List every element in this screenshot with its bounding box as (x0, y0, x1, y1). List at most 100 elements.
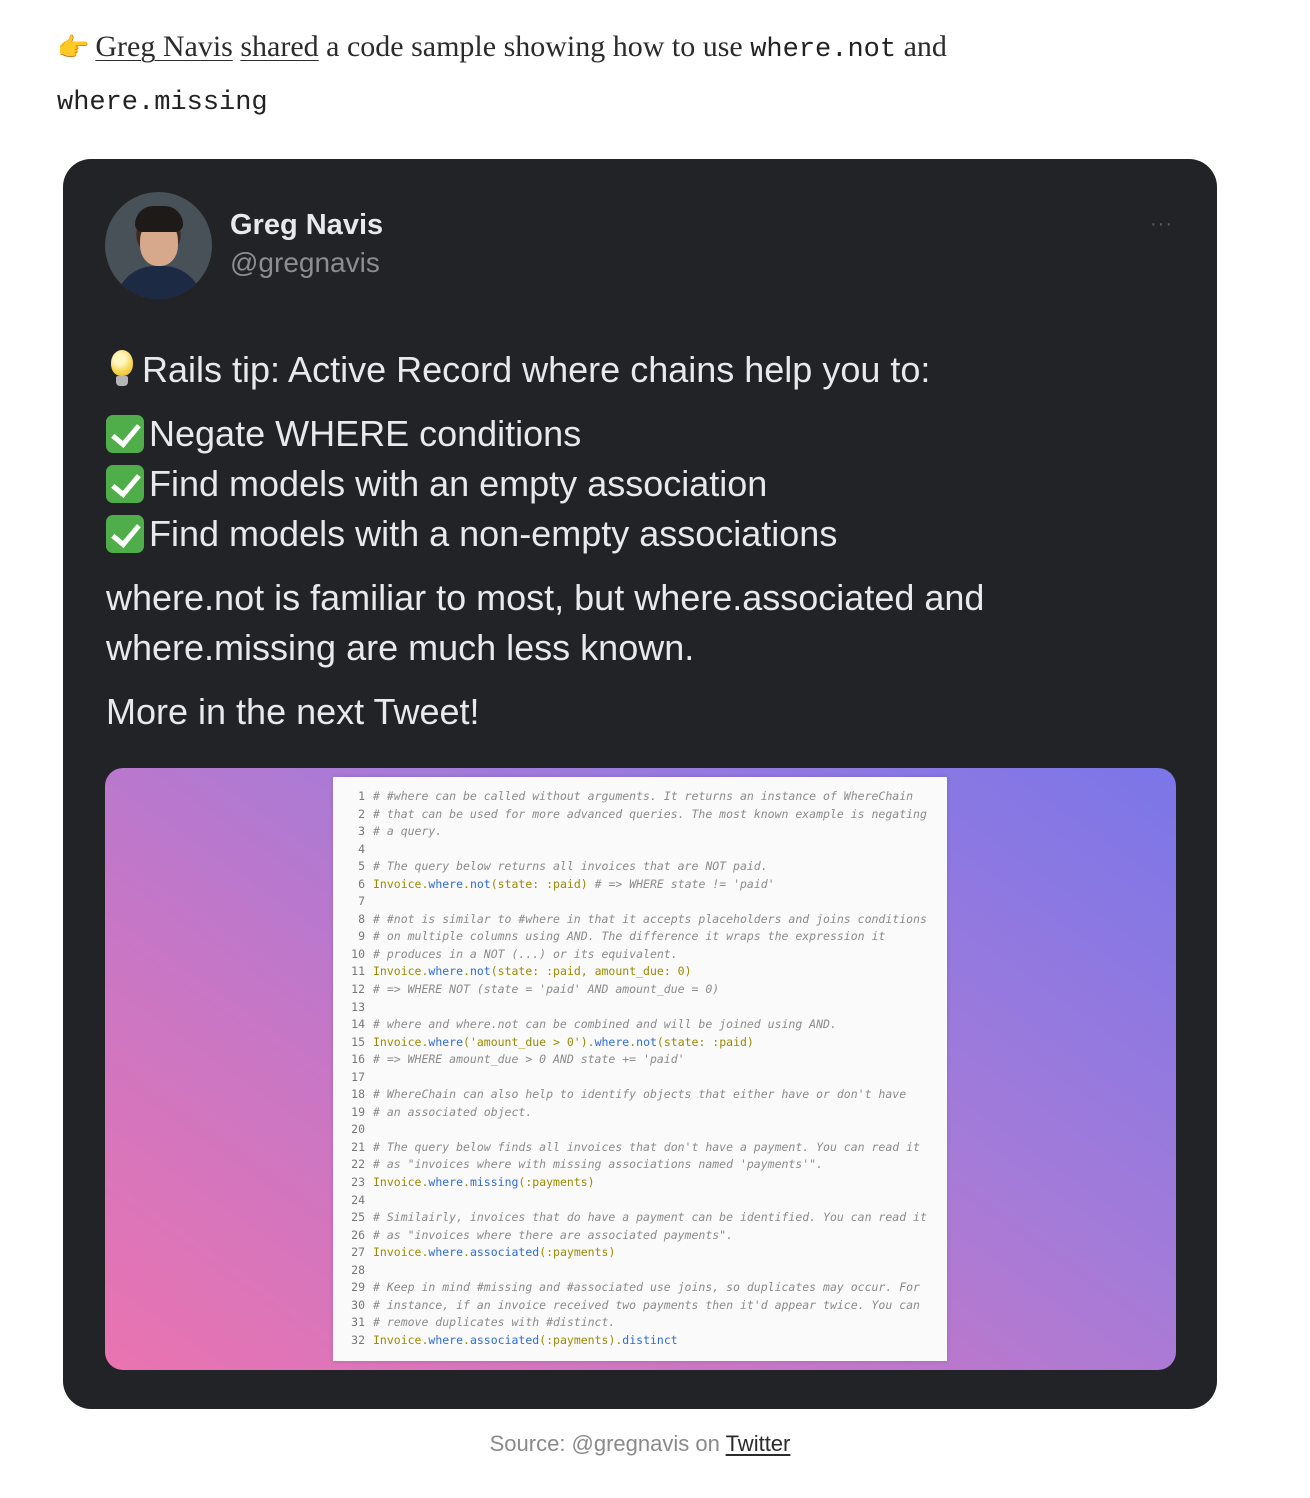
code-line: 27 Invoice.where.associated(:payments) (341, 1244, 927, 1262)
tweet-text: Rails tip: Active Record where chains he… (106, 345, 1176, 737)
code-text: # The query below returns all invoices t… (373, 859, 768, 874)
pointing-hand-icon: 👉 (57, 33, 90, 63)
code-line: 24 (341, 1192, 927, 1210)
checklist-item-text: Negate WHERE conditions (149, 413, 582, 454)
code-lines: 1 # #where can be called without argument… (341, 788, 927, 1350)
check-mark-icon (106, 415, 144, 453)
tweet-tip-text: Rails tip: Active Record where chains he… (142, 349, 931, 390)
code-text: # where and where.not can be combined an… (373, 1017, 837, 1032)
line-number: 18 (351, 1087, 365, 1102)
code-window: 1 # #where can be called without argument… (333, 777, 947, 1361)
line-number: 30 (351, 1297, 365, 1312)
twitter-link[interactable]: Twitter (726, 1431, 791, 1456)
tweet-paragraph-line: where.missing are much less known. (106, 627, 695, 668)
line-number: 2 (358, 806, 365, 821)
code-text: # Similairly, invoices that do have a pa… (373, 1210, 927, 1225)
line-number: 26 (351, 1227, 365, 1242)
code-line: 13 (341, 999, 927, 1017)
more-options-icon[interactable]: ··· (1150, 213, 1173, 236)
tweet-closing: More in the next Tweet! (106, 691, 480, 732)
code-line: 30 # instance, if an invoice received two… (341, 1297, 927, 1315)
code-line: 5 # The query below returns all invoices … (341, 858, 927, 876)
tweet-paragraph-line: where.not is familiar to most, but where… (106, 577, 985, 618)
intro-text-and: and (903, 30, 947, 63)
code-line: 3 # a query. (341, 823, 927, 841)
checklist-item: Find models with a non-empty association… (106, 509, 1176, 559)
code-line: 17 (341, 1069, 927, 1087)
line-number: 14 (351, 1017, 365, 1032)
source-caption: Source: @gregnavis on Twitter (0, 1431, 1280, 1457)
code-line: 1 # #where can be called without argument… (341, 788, 927, 806)
code-line: 22 # as "invoices where with missing asso… (341, 1156, 927, 1174)
code-text: # an associated object. (373, 1104, 533, 1119)
line-number: 10 (351, 946, 365, 961)
code-line: 18 # WhereChain can also help to identify… (341, 1086, 927, 1104)
intro-text: a code sample showing how to use (326, 30, 743, 63)
code-line: 14 # where and where.not can be combined … (341, 1016, 927, 1034)
intro-paragraph: 👉 Greg Navis shared a code sample showing… (57, 22, 1067, 128)
code-text: Invoice.where.associated(:payments).dist… (373, 1332, 678, 1347)
tweet-author-handle[interactable]: @gregnavis (230, 247, 380, 279)
line-number: 29 (351, 1280, 365, 1295)
code-line: 23 Invoice.where.missing(:payments) (341, 1174, 927, 1192)
tweet-code-image[interactable]: 1 # #where can be called without argument… (105, 768, 1176, 1370)
tweet-card[interactable]: Greg Navis @gregnavis ··· Rails tip: Act… (63, 159, 1217, 1409)
code-text: # The query below finds all invoices tha… (373, 1139, 920, 1154)
line-number: 25 (351, 1210, 365, 1225)
code-line: 10 # produces in a NOT (...) or its equiv… (341, 946, 927, 964)
author-link[interactable]: Greg Navis (95, 30, 232, 63)
code-line: 31 # remove duplicates with #distinct. (341, 1314, 927, 1332)
tweet-author-name[interactable]: Greg Navis (230, 209, 383, 242)
avatar[interactable] (105, 192, 212, 299)
code-text: # a query. (373, 824, 443, 839)
line-number: 24 (351, 1192, 365, 1207)
code-text: # Keep in mind #missing and #associated … (373, 1280, 920, 1295)
line-number: 6 (358, 876, 365, 891)
code-line: 7 (341, 893, 927, 911)
code-line: 29 # Keep in mind #missing and #associate… (341, 1279, 927, 1297)
code-text: Invoice.where.missing(:payments) (373, 1175, 595, 1190)
code-text: # as "invoices where with missing associ… (373, 1157, 824, 1172)
line-number: 11 (351, 964, 365, 979)
light-bulb-icon (106, 348, 138, 390)
code-line: 9 # on multiple columns using AND. The di… (341, 928, 927, 946)
line-number: 27 (351, 1245, 365, 1260)
code-text: # => WHERE amount_due > 0 AND state += '… (373, 1052, 685, 1067)
line-number: 22 (351, 1157, 365, 1172)
check-mark-icon (106, 465, 144, 503)
intro-code-where-not: where.not (750, 35, 897, 65)
checklist-item-text: Find models with a non-empty association… (149, 513, 838, 554)
line-number: 13 (351, 999, 365, 1014)
code-text: # => WHERE NOT (state = 'paid' AND amoun… (373, 982, 720, 997)
check-mark-icon (106, 515, 144, 553)
line-number: 5 (358, 859, 365, 874)
code-text: # WhereChain can also help to identify o… (373, 1087, 907, 1102)
code-line: 32 Invoice.where.associated(:payments).di… (341, 1332, 927, 1350)
line-number: 19 (351, 1104, 365, 1119)
code-text: Invoice.where('amount_due > 0').where.no… (373, 1034, 754, 1049)
code-line: 15 Invoice.where('amount_due > 0').where.… (341, 1034, 927, 1052)
line-number: 17 (351, 1069, 365, 1084)
line-number: 4 (358, 841, 365, 856)
line-number: 21 (351, 1139, 365, 1154)
line-number: 3 (358, 824, 365, 839)
checklist-item-text: Find models with an empty association (149, 463, 768, 504)
line-number: 7 (358, 894, 365, 909)
code-line: 25 # Similairly, invoices that do have a … (341, 1209, 927, 1227)
code-line: 6 Invoice.where.not(state: :paid) # => WH… (341, 876, 927, 894)
line-number: 31 (351, 1315, 365, 1330)
checklist-item: Find models with an empty association (106, 459, 1176, 509)
code-line: 11 Invoice.where.not(state: :paid, amount… (341, 963, 927, 981)
intro-code-where-missing: where.missing (57, 88, 268, 118)
code-text: Invoice.where.not(state: :paid, amount_d… (373, 964, 692, 979)
line-number: 15 (351, 1034, 365, 1049)
line-number: 32 (351, 1332, 365, 1347)
code-text: # remove duplicates with #distinct. (373, 1315, 616, 1330)
code-line: 12 # => WHERE NOT (state = 'paid' AND amo… (341, 981, 927, 999)
code-text: Invoice.where.not(state: :paid) # => WHE… (373, 876, 775, 891)
tweet-tip-line: Rails tip: Active Record where chains he… (106, 345, 1176, 395)
line-number: 8 (358, 911, 365, 926)
shared-link[interactable]: shared (240, 30, 318, 63)
code-text: # on multiple columns using AND. The dif… (373, 929, 886, 944)
code-line: 21 # The query below finds all invoices t… (341, 1139, 927, 1157)
